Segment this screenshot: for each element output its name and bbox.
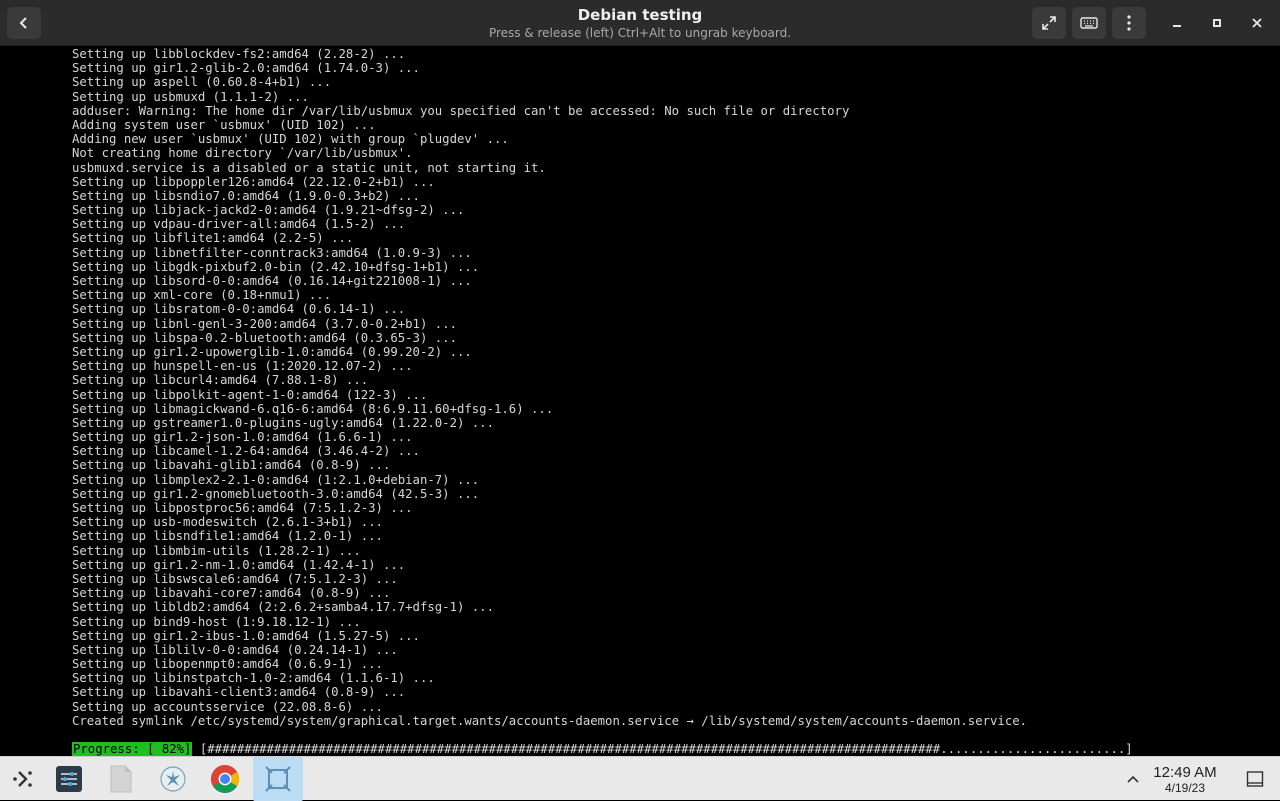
close-icon xyxy=(1252,18,1262,28)
app-launcher-button[interactable] xyxy=(4,761,42,797)
progress-label: Progress: [ 82%] xyxy=(72,742,193,756)
fullscreen-button[interactable] xyxy=(1032,7,1066,39)
terminal-line: Setting up libmplex2-2.1-0:amd64 (1:2.1.… xyxy=(72,472,480,487)
close-button[interactable] xyxy=(1240,7,1274,39)
taskbar-vm-window[interactable] xyxy=(253,757,303,801)
terminal-line: Setting up libsratom-0-0:amd64 (0.6.14-1… xyxy=(72,302,406,317)
terminal-line: Setting up gir1.2-nm-1.0:amd64 (1.42.4-1… xyxy=(72,557,406,572)
terminal-line: Setting up gir1.2-ibus-1.0:amd64 (1.5.27… xyxy=(72,628,420,643)
fullscreen-icon xyxy=(1042,16,1056,30)
terminal-line: Setting up gir1.2-glib-2.0:amd64 (1.74.0… xyxy=(72,61,420,76)
taskbar-discover[interactable] xyxy=(154,761,192,797)
progress-bar: [#######################################… xyxy=(199,742,1133,756)
terminal-line: Setting up bind9-host (1:9.18.12-1) ... xyxy=(72,614,361,629)
terminal-line: Adding new user `usbmux' (UID 102) with … xyxy=(72,132,509,147)
kebab-menu-icon xyxy=(1127,15,1131,31)
terminal-line: Setting up accountsservice (22.08.8-6) .… xyxy=(72,699,383,714)
terminal-line: Setting up gir1.2-upowerglib-1.0:amd64 (… xyxy=(72,344,472,359)
terminal-line: Adding system user `usbmux' (UID 102) ..… xyxy=(72,117,376,132)
terminal-line: Not creating home directory `/var/lib/us… xyxy=(72,146,413,161)
terminal-line: Setting up gir1.2-gnomebluetooth-3.0:amd… xyxy=(72,486,480,501)
terminal-line: Setting up libopenmpt0:amd64 (0.6.9-1) .… xyxy=(72,657,383,672)
terminal-line: Setting up usbmuxd (1.1.1-2) ... xyxy=(72,89,309,104)
terminal-line: Setting up gstreamer1.0-plugins-ugly:amd… xyxy=(72,415,494,430)
terminal-line: Setting up libpolkit-agent-1-0:amd64 (12… xyxy=(72,387,428,402)
terminal-line: Setting up libswscale6:amd64 (7:5.1.2-3)… xyxy=(72,571,398,586)
show-desktop-icon xyxy=(1246,771,1264,787)
terminal-line: Setting up libavahi-glib1:amd64 (0.8-9) … xyxy=(72,458,391,473)
show-desktop-button[interactable] xyxy=(1238,761,1272,797)
terminal-line: Setting up gir1.2-json-1.0:amd64 (1.6.6-… xyxy=(72,430,413,445)
taskbar-system-settings[interactable] xyxy=(50,761,88,797)
maximize-button[interactable] xyxy=(1200,7,1234,39)
taskbar-file[interactable] xyxy=(102,761,140,797)
file-icon xyxy=(110,765,132,793)
window-titlebar: Debian testing Press & release (left) Ct… xyxy=(0,0,1280,46)
app-launcher-icon xyxy=(13,771,32,787)
keyboard-icon xyxy=(1080,17,1098,29)
terminal-line: Setting up libinstpatch-1.0-2:amd64 (1.1… xyxy=(72,671,435,686)
terminal-line: Setting up libsndfile1:amd64 (1.2.0-1) .… xyxy=(72,529,383,544)
clock[interactable]: 12:49 AM 4/19/23 xyxy=(1140,764,1230,795)
terminal-line: Setting up xml-core (0.18+nmu1) ... xyxy=(72,288,332,303)
terminal-line: Setting up usb-modeswitch (2.6.1-3+b1) .… xyxy=(72,515,383,530)
terminal-line: Setting up libavahi-client3:amd64 (0.8-9… xyxy=(72,685,406,700)
terminal-output[interactable]: Setting up libblockdev-fs2:amd64 (2.28-2… xyxy=(72,47,1252,747)
terminal-line: Setting up libpoppler126:amd64 (22.12.0-… xyxy=(72,174,435,189)
terminal-line: Setting up libsndio7.0:amd64 (1.9.0-0.3+… xyxy=(72,188,420,203)
terminal-line: Setting up libnl-genl-3-200:amd64 (3.7.0… xyxy=(72,316,457,331)
terminal-line: Setting up libflite1:amd64 (2.2-5) ... xyxy=(72,231,354,246)
terminal-line: Setting up vdpau-driver-all:amd64 (1.5-2… xyxy=(72,217,406,232)
terminal-line: Setting up liblilv-0-0:amd64 (0.24.14-1)… xyxy=(72,642,398,657)
terminal-line: Setting up libcurl4:amd64 (7.88.1-8) ... xyxy=(72,373,369,388)
terminal-line: Setting up libmbim-utils (1.28.2-1) ... xyxy=(72,543,361,558)
minimize-button[interactable] xyxy=(1160,7,1194,39)
taskbar-chrome[interactable] xyxy=(206,761,244,797)
vm-window-icon xyxy=(265,766,291,792)
terminal-line: Setting up libblockdev-fs2:amd64 (2.28-2… xyxy=(72,47,406,61)
terminal-line: Setting up libpostproc56:amd64 (7:5.1.2-… xyxy=(72,501,413,515)
clock-time: 12:49 AM xyxy=(1153,764,1217,781)
terminal-line: Created symlink /etc/systemd/system/grap… xyxy=(72,713,1028,728)
chrome-icon xyxy=(211,765,239,793)
keyboard-button[interactable] xyxy=(1072,7,1106,39)
terminal-line: Setting up aspell (0.60.8-4+b1) ... xyxy=(72,75,332,90)
terminal-line: Setting up libjack-jackd2-0:amd64 (1.9.2… xyxy=(72,203,465,218)
chevron-up-icon xyxy=(1127,775,1139,783)
apt-progress: Progress: [ 82%] [######################… xyxy=(72,742,1262,756)
terminal-line: Setting up libldb2:amd64 (2:2.6.2+samba4… xyxy=(72,600,494,615)
minimize-icon xyxy=(1173,25,1181,27)
maximize-icon xyxy=(1213,19,1221,27)
terminal-line: Setting up libnetfilter-conntrack3:amd64… xyxy=(72,245,472,260)
terminal-line: Setting up libgdk-pixbuf2.0-bin (2.42.10… xyxy=(72,259,480,274)
terminal-line: Setting up libcamel-1.2-64:amd64 (3.46.4… xyxy=(72,444,420,459)
plasma-discover-icon xyxy=(160,766,186,792)
terminal-line: Setting up libsord-0-0:amd64 (0.16.14+gi… xyxy=(72,274,472,288)
taskbar: 12:49 AM 4/19/23 xyxy=(0,756,1280,801)
clock-date: 4/19/23 xyxy=(1164,781,1206,795)
settings-sliders-icon xyxy=(56,766,82,792)
terminal-line: usbmuxd.service is a disabled or a stati… xyxy=(72,160,546,175)
terminal-line: Setting up libavahi-core7:amd64 (0.8-9) … xyxy=(72,586,391,601)
terminal-line: Setting up hunspell-en-us (1:2020.12.07-… xyxy=(72,359,413,374)
terminal-line: adduser: Warning: The home dir /var/lib/… xyxy=(72,103,850,118)
menu-button[interactable] xyxy=(1112,7,1146,39)
terminal-line: Setting up libspa-0.2-bluetooth:amd64 (0… xyxy=(72,330,457,345)
terminal-line: Setting up libmagickwand-6.q16-6:amd64 (… xyxy=(72,401,554,416)
